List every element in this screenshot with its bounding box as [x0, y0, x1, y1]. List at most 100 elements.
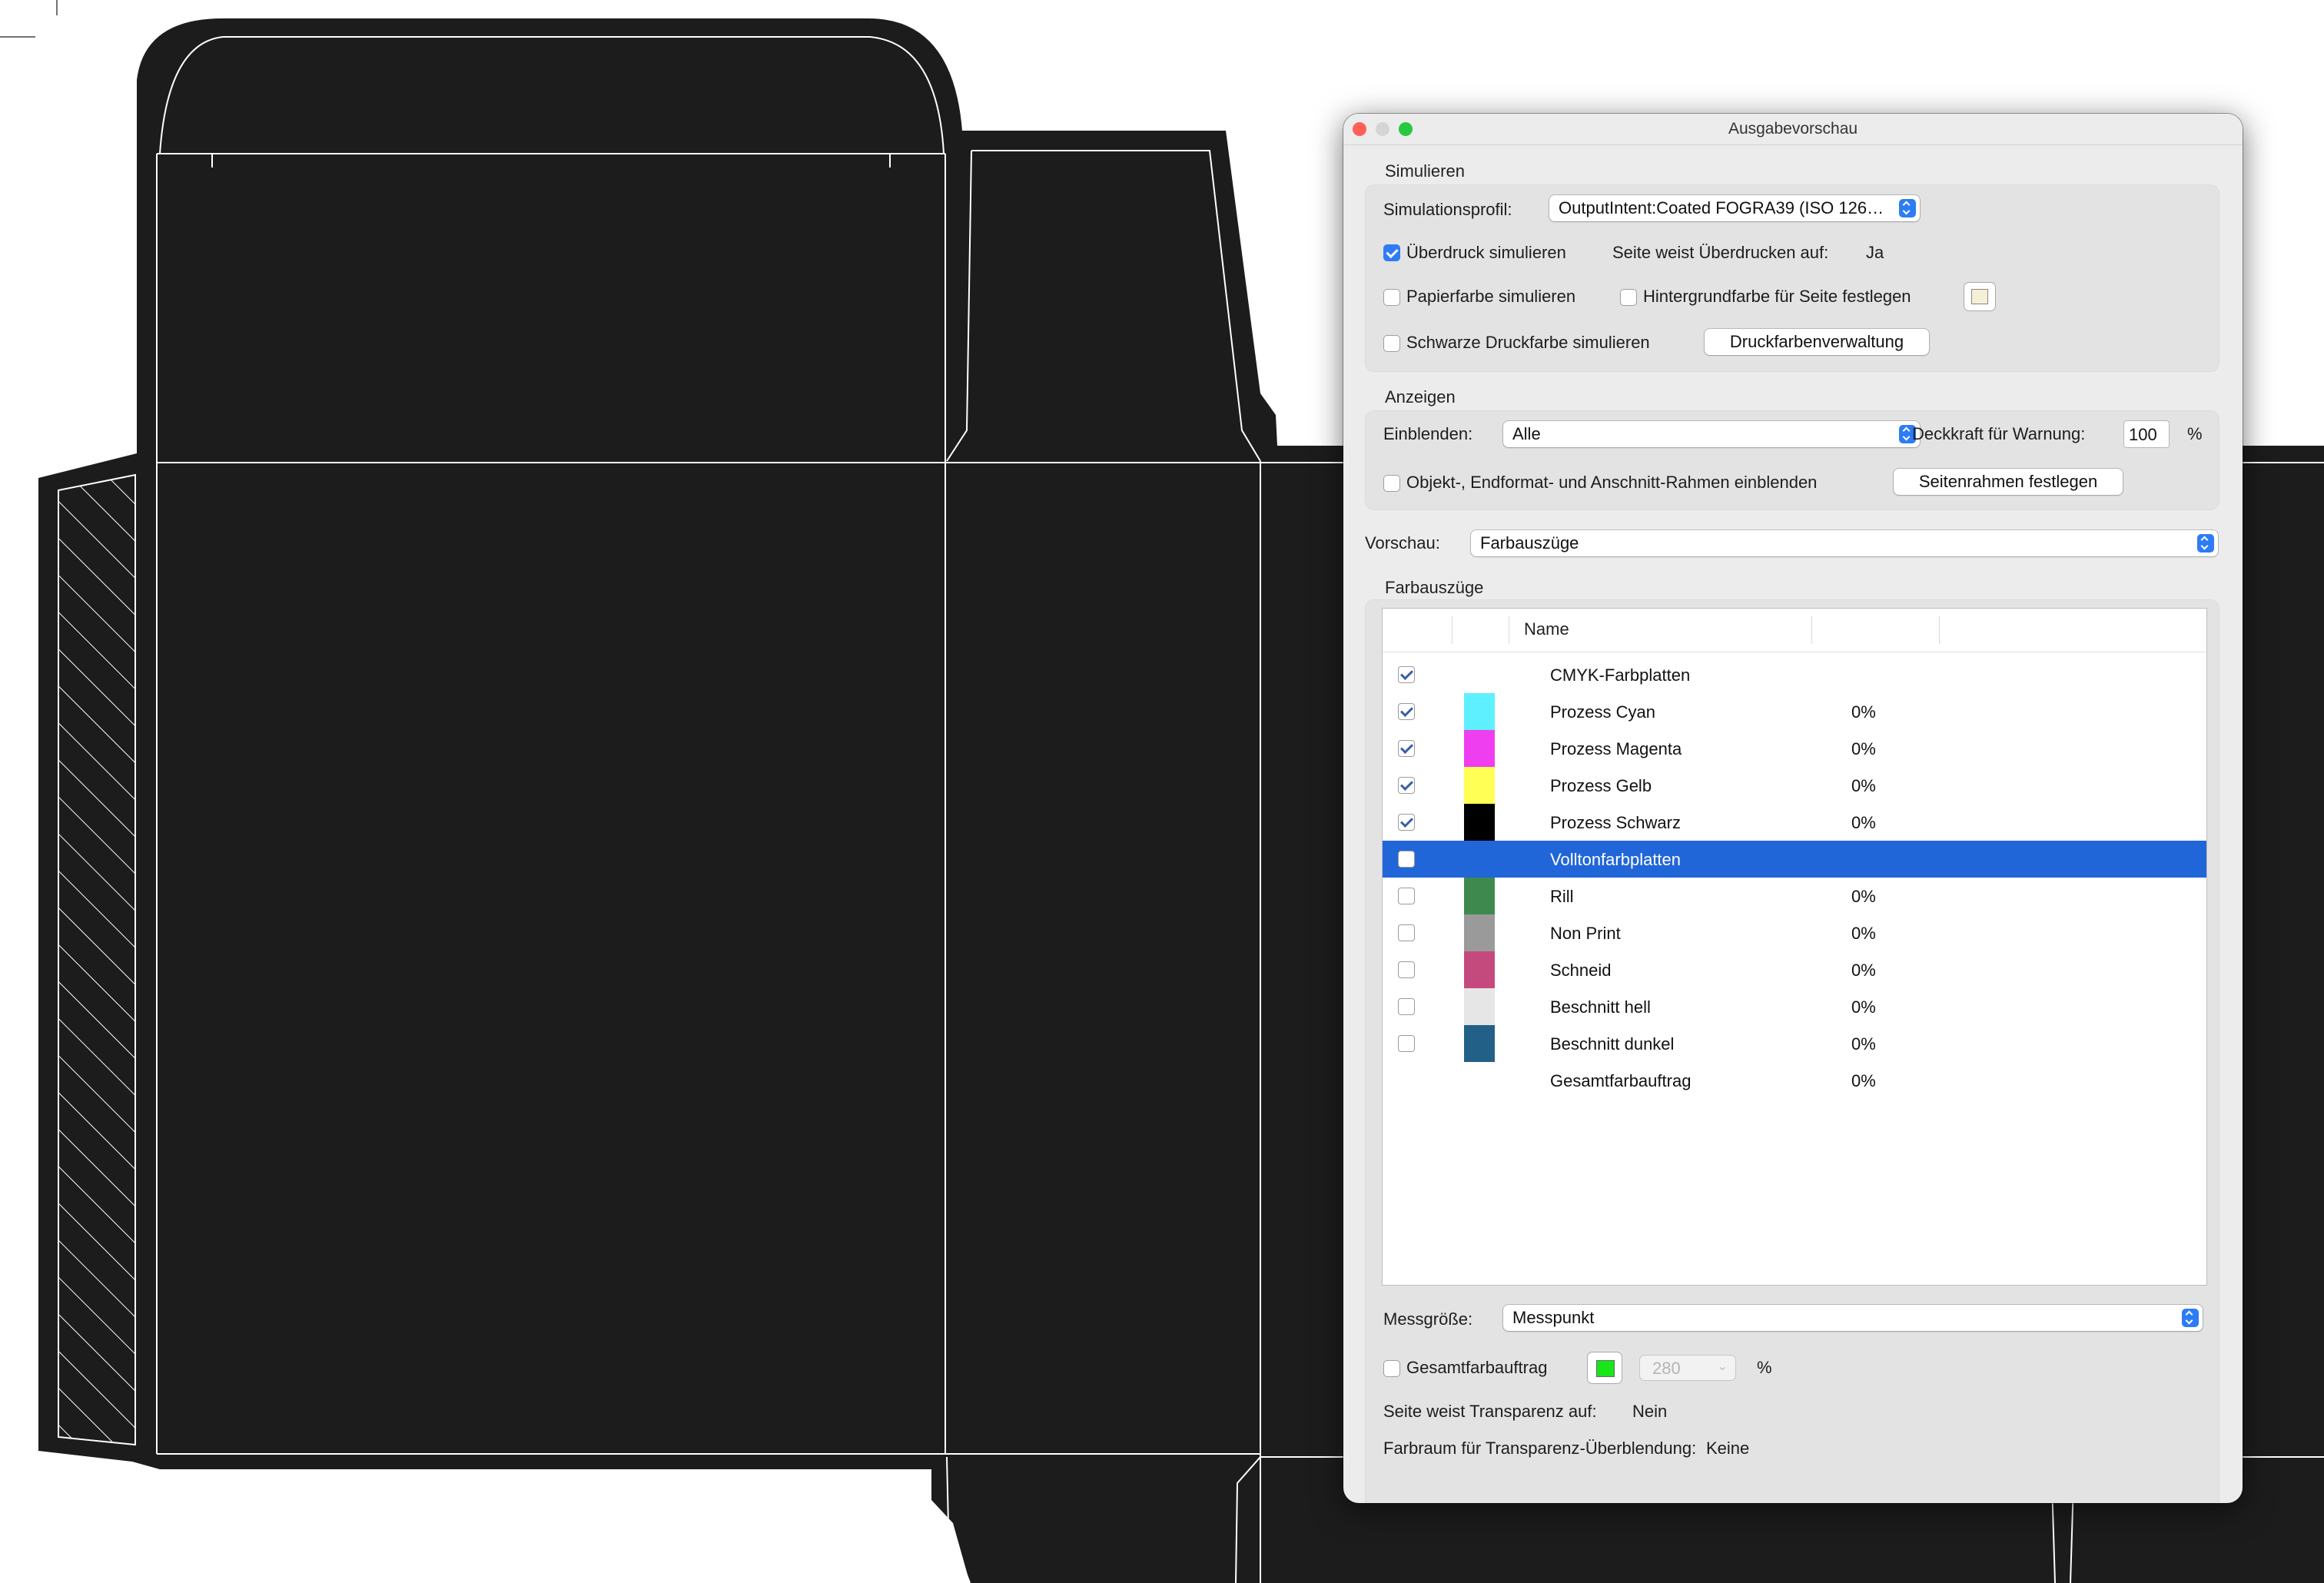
- show-value: Alle: [1512, 424, 1541, 443]
- separation-visibility-checkbox[interactable]: [1398, 666, 1415, 683]
- total-coverage-color-well[interactable]: [1588, 1352, 1622, 1383]
- separation-name: Prozess Gelb: [1550, 776, 1652, 795]
- separation-color-swatch: [1464, 693, 1495, 730]
- separation-name: Prozess Cyan: [1550, 702, 1655, 722]
- separation-name: Gesamtfarbauftrag: [1550, 1071, 1692, 1090]
- simulate-paper-color-checkbox[interactable]: [1383, 289, 1400, 306]
- warning-opacity-value: 100: [2129, 425, 2157, 444]
- simulation-profile-select[interactable]: OutputIntent:Coated FOGRA39 (ISO 126…: [1549, 195, 1920, 221]
- total-coverage-color-swatch: [1596, 1360, 1615, 1377]
- total-coverage-combo[interactable]: 280 ⌄: [1640, 1356, 1735, 1380]
- separation-row[interactable]: Beschnitt dunkel 0%: [1383, 1025, 2206, 1062]
- total-coverage-checkbox[interactable]: [1383, 1360, 1400, 1377]
- separation-row[interactable]: Prozess Schwarz 0%: [1383, 804, 2206, 841]
- simulation-profile-label: Simulationsprofil:: [1383, 200, 1512, 219]
- set-page-frames-button[interactable]: Seitenrahmen festlegen: [1894, 469, 2123, 495]
- page-overprint-label: Seite weist Überdrucken auf:: [1612, 243, 1829, 262]
- separation-visibility-checkbox[interactable]: [1398, 740, 1415, 757]
- blend-space-label: Farbraum für Transparenz-Überblendung:: [1383, 1439, 1697, 1458]
- separation-row[interactable]: CMYK-Farbplatten: [1383, 656, 2206, 693]
- separation-color-swatch: [1464, 1025, 1495, 1062]
- warning-opacity-label: Deckkraft für Warnung:: [1912, 424, 2086, 443]
- chevron-updown-icon: [2182, 1309, 2199, 1327]
- dialog-title: Ausgabevorschau: [1728, 120, 1858, 138]
- separation-row[interactable]: Rill 0%: [1383, 878, 2206, 914]
- separation-row[interactable]: Prozess Cyan 0%: [1383, 693, 2206, 730]
- show-frames-label: Objekt-, Endformat- und Anschnitt-Rahmen…: [1406, 473, 1818, 492]
- separation-row[interactable]: Non Print 0%: [1383, 914, 2206, 951]
- separation-visibility-checkbox[interactable]: [1398, 888, 1415, 904]
- show-frames-checkbox[interactable]: [1383, 475, 1400, 492]
- separation-color-swatch: [1464, 767, 1495, 804]
- total-coverage-label: Gesamtfarbauftrag: [1406, 1358, 1548, 1377]
- separation-row[interactable]: Gesamtfarbauftrag 0%: [1383, 1062, 2206, 1099]
- simulation-profile-value: OutputIntent:Coated FOGRA39 (ISO 126…: [1559, 198, 1884, 217]
- simulate-overprint-checkbox[interactable]: [1383, 244, 1400, 261]
- title-bar[interactable]: Ausgabevorschau: [1343, 114, 2243, 145]
- background-color-swatch: [1971, 289, 1988, 304]
- warning-opacity-field[interactable]: 100: [2124, 421, 2169, 447]
- separation-visibility-checkbox[interactable]: [1398, 777, 1415, 794]
- measure-size-select[interactable]: Messpunkt: [1503, 1305, 2203, 1331]
- show-select[interactable]: Alle: [1503, 421, 1920, 447]
- chevron-updown-icon: [1899, 199, 1916, 217]
- total-coverage-unit: %: [1757, 1358, 1772, 1377]
- separation-percentage: 0%: [1851, 961, 1876, 980]
- glue-flap-hatch: [58, 473, 136, 1446]
- separation-name: CMYK-Farbplatten: [1550, 665, 1691, 685]
- separation-color-swatch: [1464, 951, 1495, 988]
- page-background-color-checkbox[interactable]: [1620, 289, 1637, 306]
- simulate-header: Simulieren: [1385, 161, 1465, 181]
- ink-manager-button[interactable]: Druckfarbenverwaltung: [1705, 329, 1929, 355]
- separation-percentage: 0%: [1851, 1034, 1876, 1054]
- separation-name: Beschnitt dunkel: [1550, 1034, 1675, 1054]
- separation-visibility-checkbox[interactable]: [1398, 851, 1415, 868]
- separation-color-swatch: [1464, 878, 1495, 914]
- transparency-label: Seite weist Transparenz auf:: [1383, 1402, 1597, 1421]
- separations-list[interactable]: Name CMYK-Farbplatten Prozess Cyan 0% Proze…: [1382, 608, 2207, 1286]
- column-header-name[interactable]: Name: [1524, 619, 1569, 639]
- warning-opacity-unit: %: [2187, 424, 2203, 443]
- separation-visibility-checkbox[interactable]: [1398, 998, 1415, 1015]
- separation-row[interactable]: Beschnitt hell 0%: [1383, 988, 2206, 1025]
- separation-row[interactable]: Prozess Magenta 0%: [1383, 730, 2206, 767]
- display-header: Anzeigen: [1385, 387, 1456, 407]
- measure-size-value: Messpunkt: [1512, 1308, 1595, 1327]
- separation-percentage: 0%: [1851, 887, 1876, 906]
- separation-percentage: 0%: [1851, 1071, 1876, 1090]
- simulate-overprint-label: Überdruck simulieren: [1406, 243, 1566, 262]
- blend-space-value: Keine: [1706, 1439, 1750, 1458]
- preview-value: Farbauszüge: [1480, 533, 1579, 553]
- separation-visibility-checkbox[interactable]: [1398, 703, 1415, 720]
- page-overprint-value: Ja: [1866, 243, 1884, 262]
- simulate-black-ink-label: Schwarze Druckfarbe simulieren: [1406, 333, 1650, 352]
- separation-row[interactable]: Volltonfarbplatten: [1383, 841, 2206, 878]
- separation-name: Volltonfarbplatten: [1550, 850, 1682, 869]
- simulate-paper-color-label: Papierfarbe simulieren: [1406, 287, 1576, 306]
- separation-name: Rill: [1550, 887, 1574, 906]
- separation-row[interactable]: Prozess Gelb 0%: [1383, 767, 2206, 804]
- background-color-well[interactable]: [1964, 283, 1995, 310]
- simulate-black-ink-checkbox[interactable]: [1383, 335, 1400, 352]
- total-coverage-value: 280: [1652, 1359, 1681, 1378]
- transparency-value: Nein: [1632, 1402, 1668, 1421]
- preview-select[interactable]: Farbauszüge: [1471, 530, 2218, 556]
- chevron-down-icon: ⌄: [1717, 1360, 1728, 1373]
- measure-size-label: Messgröße:: [1383, 1309, 1473, 1329]
- separation-color-swatch: [1464, 914, 1495, 951]
- separation-visibility-checkbox[interactable]: [1398, 961, 1415, 978]
- separation-visibility-checkbox[interactable]: [1398, 814, 1415, 831]
- separations-header: Farbauszüge: [1385, 578, 1484, 597]
- separation-name: Prozess Magenta: [1550, 739, 1682, 758]
- preview-label: Vorschau:: [1365, 533, 1440, 553]
- separation-color-swatch: [1464, 804, 1495, 841]
- separation-row[interactable]: Schneid 0%: [1383, 951, 2206, 988]
- separation-visibility-checkbox[interactable]: [1398, 924, 1415, 941]
- chevron-updown-icon: [2197, 534, 2214, 553]
- separation-visibility-checkbox[interactable]: [1398, 1035, 1415, 1052]
- separation-percentage: 0%: [1851, 776, 1876, 795]
- page-background-color-label: Hintergrundfarbe für Seite festlegen: [1643, 287, 1911, 306]
- separations-list-header: Name: [1383, 609, 2206, 652]
- separation-color-swatch: [1464, 730, 1495, 767]
- separation-percentage: 0%: [1851, 739, 1876, 758]
